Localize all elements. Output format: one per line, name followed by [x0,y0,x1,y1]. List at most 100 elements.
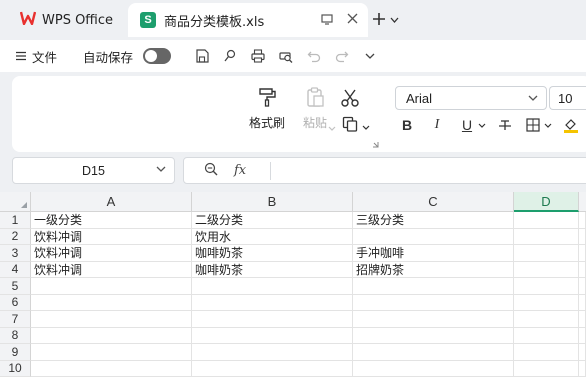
table-cell[interactable] [353,278,514,295]
table-cell[interactable] [514,360,579,377]
row-header[interactable]: 9 [0,344,31,361]
print-preview-icon[interactable] [275,45,297,67]
copy-button[interactable] [342,116,370,135]
table-cell[interactable] [579,278,586,295]
table-cell[interactable] [514,344,579,361]
format-painter-button[interactable]: 格式刷 [248,86,286,131]
strikethrough-icon[interactable] [496,114,514,136]
name-box[interactable]: D15 [12,157,175,184]
table-cell[interactable] [579,245,586,262]
table-cell[interactable] [353,360,514,377]
row-header[interactable]: 2 [0,228,31,245]
table-cell[interactable] [514,228,579,245]
table-cell[interactable] [514,278,579,295]
insert-function-button[interactable]: fx [234,163,246,178]
table-cell[interactable] [514,212,579,229]
table-cell[interactable]: 一级分类 [31,212,192,229]
zoom-search-icon[interactable] [204,162,218,179]
autosave-toggle[interactable] [143,48,172,64]
table-cell[interactable]: 饮料冲调 [31,228,192,245]
table-cell[interactable] [31,327,192,344]
table-cell[interactable]: 咖啡奶茶 [192,245,353,262]
table-cell[interactable]: 二级分类 [192,212,353,229]
table-cell[interactable]: 咖啡奶茶 [192,261,353,278]
table-cell[interactable] [579,294,586,311]
table-cell[interactable] [192,294,353,311]
font-size-select[interactable]: 10 [549,86,586,110]
table-cell[interactable] [579,311,586,328]
row-header[interactable]: 7 [0,311,31,328]
paste-dropdown-icon[interactable] [328,120,336,134]
table-cell[interactable]: 饮料冲调 [31,245,192,262]
table-cell[interactable] [192,344,353,361]
fill-color-icon[interactable] [562,114,580,136]
table-cell[interactable] [192,327,353,344]
column-header-b[interactable]: B [192,192,353,212]
tab-document[interactable]: S 商品分类模板.xls [128,3,368,37]
table-cell[interactable] [579,360,586,377]
row-header[interactable]: 10 [0,360,31,377]
table-cell[interactable] [579,212,586,229]
close-tab-icon[interactable] [347,13,358,28]
row-header[interactable]: 6 [0,294,31,311]
table-cell[interactable] [353,294,514,311]
table-cell[interactable] [579,261,586,278]
underline-dropdown-icon[interactable] [476,114,488,136]
save-icon[interactable] [191,45,213,67]
table-cell[interactable] [514,294,579,311]
autosave-control[interactable]: 自动保存 [83,47,172,66]
table-cell[interactable]: 饮料冲调 [31,261,192,278]
table-cell[interactable] [353,311,514,328]
column-header-a[interactable]: A [31,192,192,212]
table-cell[interactable] [31,344,192,361]
row-header[interactable]: 8 [0,327,31,344]
borders-icon[interactable] [524,114,542,136]
column-header-d[interactable]: D [514,192,579,212]
row-header[interactable]: 1 [0,212,31,229]
table-cell[interactable]: 招牌奶茶 [353,261,514,278]
table-cell[interactable]: 饮用水 [192,228,353,245]
new-tab-button[interactable] [372,9,412,31]
row-header[interactable]: 3 [0,245,31,262]
table-cell[interactable] [579,327,586,344]
font-name-select[interactable]: Arial [395,86,547,110]
table-cell[interactable] [579,228,586,245]
select-all-corner[interactable] [0,192,31,212]
cut-icon[interactable] [340,88,360,111]
table-cell[interactable] [353,327,514,344]
table-cell[interactable] [353,344,514,361]
undo-icon[interactable] [303,45,325,67]
table-cell[interactable] [31,278,192,295]
table-cell[interactable] [31,360,192,377]
italic-button[interactable]: I [428,114,446,136]
table-cell[interactable] [192,311,353,328]
table-cell[interactable] [192,278,353,295]
table-cell[interactable] [353,228,514,245]
more-chevron-icon[interactable] [359,45,381,67]
table-cell[interactable] [514,261,579,278]
table-cell[interactable] [514,311,579,328]
table-cell[interactable] [579,344,586,361]
print-icon[interactable] [247,45,269,67]
table-cell[interactable]: 手冲咖啡 [353,245,514,262]
clipboard-launcher-icon[interactable] [372,137,379,151]
chevron-down-icon[interactable] [156,164,166,175]
table-cell[interactable] [192,360,353,377]
table-cell[interactable]: 三级分类 [353,212,514,229]
bold-button[interactable]: B [398,114,416,136]
share-icon[interactable] [219,45,241,67]
row-header[interactable]: 4 [0,261,31,278]
file-menu[interactable]: 文件 [16,47,57,66]
column-header-c[interactable]: C [353,192,514,212]
format-painter-icon [256,86,278,108]
tab-wps-office[interactable]: WPS Office [8,5,124,35]
table-cell[interactable] [31,294,192,311]
table-cell[interactable] [31,311,192,328]
window-icon[interactable] [321,13,333,28]
borders-dropdown-icon[interactable] [542,114,554,136]
row-header[interactable]: 5 [0,278,31,295]
table-cell[interactable] [514,327,579,344]
redo-icon[interactable] [331,45,353,67]
underline-button[interactable]: U [458,114,476,136]
table-cell[interactable] [514,245,579,262]
